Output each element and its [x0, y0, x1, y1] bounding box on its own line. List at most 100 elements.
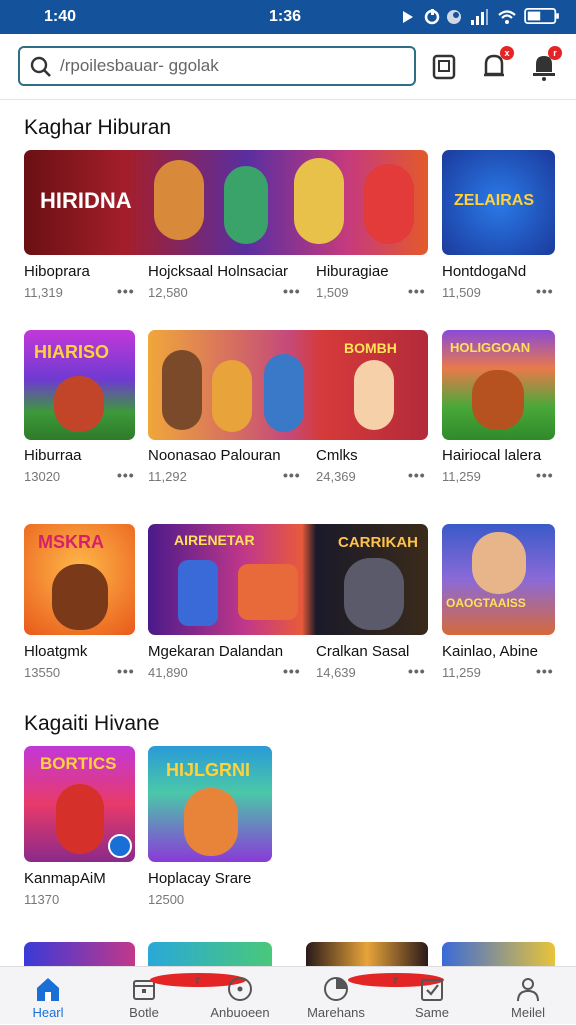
more-options-button[interactable]: ••• — [117, 283, 135, 299]
character-figure — [364, 164, 414, 244]
battery-icon — [524, 8, 559, 24]
card-art-text: OAOGTAAISS — [446, 596, 526, 610]
compass-icon — [228, 977, 252, 1001]
nav-label: Botle — [129, 1005, 159, 1020]
status-time-center: 1:36 — [269, 8, 302, 25]
more-options-button[interactable]: ••• — [536, 283, 554, 299]
verified-icon — [108, 834, 132, 858]
card-art-text: MSKRA — [38, 532, 104, 552]
card-art-text: HIRIDNA — [40, 188, 132, 213]
more-options-button[interactable]: ••• — [117, 467, 135, 483]
game-card[interactable]: HOLIGGOAN — [442, 330, 555, 440]
top-bar: x r — [0, 34, 576, 100]
game-card[interactable] — [148, 942, 272, 966]
nav-label: Meilel — [511, 1005, 545, 1020]
game-title[interactable]: Hiboprara — [24, 263, 90, 280]
game-count: 14,639 — [316, 665, 356, 680]
game-card-banner[interactable]: AIRENETAR CARRIKAH — [148, 524, 428, 635]
game-title[interactable]: Hairiocal lalera — [442, 447, 541, 464]
chat-icon — [447, 10, 461, 24]
game-card-banner[interactable]: HIRIDNA — [24, 150, 428, 255]
tablet-button[interactable] — [426, 48, 462, 84]
search-icon — [30, 56, 51, 77]
character-figure — [184, 788, 238, 856]
game-title[interactable]: Hiburagiae — [316, 263, 389, 280]
game-title[interactable]: KanmapAiM — [24, 870, 106, 887]
nav-item-profile[interactable]: Meilel — [480, 967, 576, 1025]
nav-item-tasks[interactable]: Same — [384, 967, 480, 1025]
game-count: 11,509 — [442, 285, 481, 300]
game-card[interactable] — [24, 942, 135, 966]
game-title[interactable]: Hojcksaal Holnsaciar — [148, 263, 288, 280]
nav-item-calendar[interactable]: r Botle — [96, 967, 246, 1025]
game-title[interactable]: HontdogaNd — [442, 263, 526, 280]
game-title[interactable]: Hloatgmk — [24, 643, 87, 660]
character-figure — [344, 558, 404, 630]
notifications-button[interactable]: x — [476, 46, 514, 84]
character-figure — [52, 564, 108, 630]
game-title[interactable]: Mgekaran Dalandan — [148, 643, 283, 660]
card-art-text: HOLIGGOAN — [450, 340, 531, 355]
game-title[interactable]: Kainlao, Abine — [442, 643, 538, 660]
character-figure — [224, 166, 268, 244]
more-options-button[interactable]: ••• — [283, 663, 301, 679]
nav-item-explore[interactable]: Anbuoeen — [192, 967, 288, 1025]
game-count: 41,890 — [148, 665, 188, 680]
gadget-figure — [178, 560, 218, 626]
character-figure — [154, 160, 204, 240]
nav-label: Same — [415, 1005, 449, 1020]
nav-item-charts[interactable]: r Marehans — [288, 967, 444, 1025]
game-count: 11,259 — [442, 469, 481, 484]
game-card[interactable] — [306, 942, 428, 966]
alerts-button[interactable]: r — [526, 46, 562, 84]
game-title[interactable]: Noonasao Palouran — [148, 447, 281, 464]
game-count: 11370 — [24, 892, 60, 907]
tablet-icon — [432, 54, 456, 80]
game-card[interactable] — [442, 942, 555, 966]
character-figure — [162, 350, 202, 430]
game-count: 11,292 — [148, 469, 187, 484]
more-options-button[interactable]: ••• — [536, 663, 554, 679]
search-box[interactable] — [18, 46, 416, 86]
nav-label: Anbuoeen — [210, 1005, 270, 1020]
character-figure — [354, 360, 394, 430]
game-card[interactable]: HIJLGRNI — [148, 746, 272, 862]
alert-badge: r — [548, 46, 562, 60]
game-count: 12,580 — [148, 285, 188, 300]
more-options-button[interactable]: ••• — [117, 663, 135, 679]
chart-icon — [324, 977, 348, 1001]
nav-item-home[interactable]: Hearl — [0, 967, 96, 1025]
game-count: 11,259 — [442, 665, 481, 680]
game-card[interactable]: BORTICS — [24, 746, 135, 862]
checklist-icon — [421, 979, 443, 1001]
character-figure — [56, 784, 104, 854]
more-options-button[interactable]: ••• — [408, 663, 426, 679]
game-card[interactable]: ZELAIRAS — [442, 150, 555, 255]
game-title[interactable]: Cralkan Sasal — [316, 643, 409, 660]
more-options-button[interactable]: ••• — [408, 467, 426, 483]
play-icon — [403, 11, 413, 23]
home-icon — [37, 978, 59, 1001]
game-title[interactable]: Hiburraa — [24, 447, 82, 464]
nav-label: Marehans — [307, 1005, 365, 1020]
more-options-button[interactable]: ••• — [283, 283, 301, 299]
person-icon — [517, 978, 539, 1002]
more-options-button[interactable]: ••• — [408, 283, 426, 299]
more-options-button[interactable]: ••• — [283, 467, 301, 483]
card-art-text: HIJLGRNI — [166, 760, 251, 780]
game-title[interactable]: Cmlks — [316, 447, 358, 464]
character-figure — [472, 370, 524, 430]
character-figure — [472, 532, 526, 594]
game-card-banner[interactable]: BOMBH — [148, 330, 428, 440]
game-card[interactable]: HIARISO — [24, 330, 135, 440]
game-card[interactable]: OAOGTAAISS — [442, 524, 555, 635]
game-card[interactable]: MSKRA — [24, 524, 135, 635]
more-options-button[interactable]: ••• — [536, 467, 554, 483]
character-figure — [294, 158, 344, 244]
signal-icon — [471, 9, 488, 25]
game-title[interactable]: Hoplacay Srare — [148, 870, 251, 887]
card-art-text: BOMBH — [344, 340, 397, 356]
game-count: 13550 — [24, 665, 61, 680]
search-input[interactable] — [60, 54, 400, 78]
character-figure — [264, 354, 304, 432]
